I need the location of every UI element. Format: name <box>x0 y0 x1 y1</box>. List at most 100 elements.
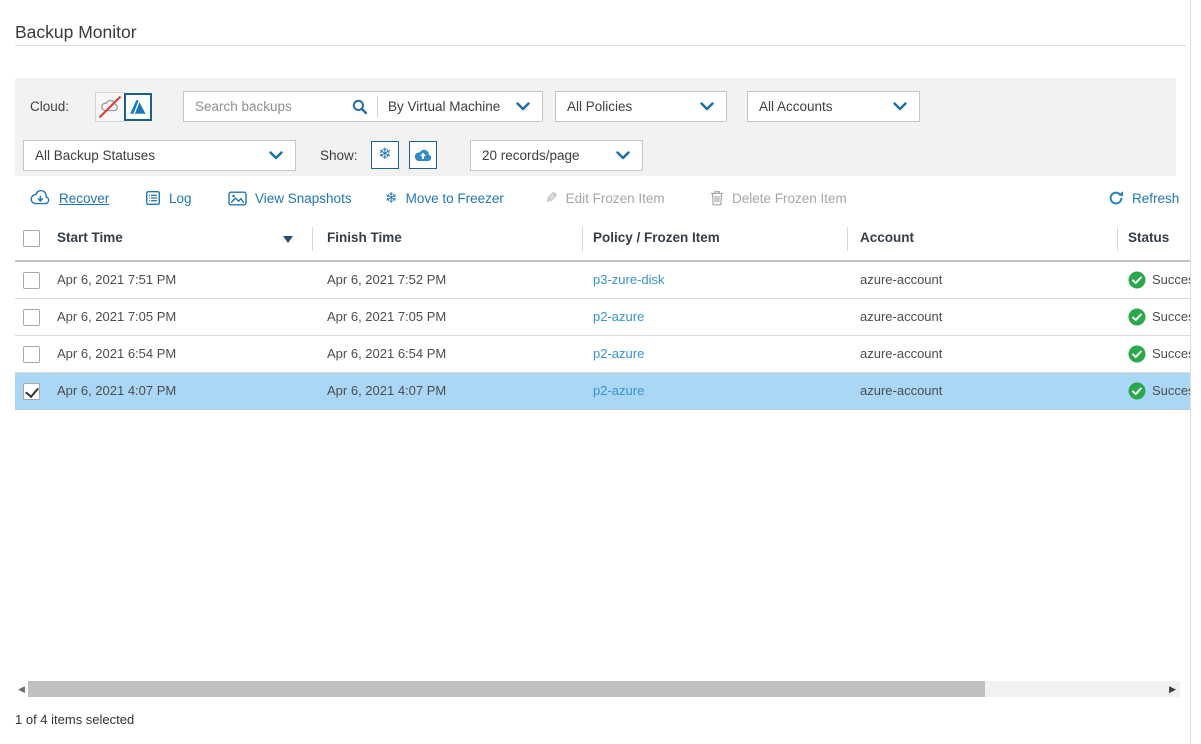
row-checkbox[interactable] <box>23 383 40 400</box>
row-checkbox[interactable] <box>23 309 40 326</box>
column-header-finish-time[interactable]: Finish Time <box>327 230 402 245</box>
view-snapshots-label: View Snapshots <box>255 191 352 206</box>
account-cell: azure-account <box>860 262 942 298</box>
page-title: Backup Monitor <box>15 22 137 43</box>
column-divider <box>582 227 583 251</box>
column-divider <box>1117 227 1118 251</box>
title-divider <box>15 45 1186 46</box>
search-icon[interactable] <box>343 99 377 115</box>
column-header-status[interactable]: Status <box>1128 230 1169 245</box>
success-icon <box>1128 345 1146 363</box>
horizontal-scrollbar: ◀ ▶ <box>15 681 1180 697</box>
accounts-value: All Accounts <box>759 99 833 114</box>
policies-dropdown[interactable]: All Policies <box>555 91 727 122</box>
selection-summary: 1 of 4 items selected <box>15 712 134 727</box>
status-cell: Success <box>1152 299 1190 335</box>
chevron-down-icon <box>893 102 907 111</box>
policy-link[interactable]: p2-azure <box>593 336 644 372</box>
move-to-freezer-label: Move to Freezer <box>406 191 504 206</box>
status-cell: Success <box>1152 262 1190 298</box>
action-toolbar: Recover Log <box>0 183 1201 213</box>
cloud-upload-icon <box>414 148 432 162</box>
column-header-account[interactable]: Account <box>860 230 914 245</box>
column-header-policy[interactable]: Policy / Frozen Item <box>593 230 720 245</box>
search-by-dropdown[interactable]: By Virtual Machine <box>378 99 542 114</box>
refresh-icon <box>1108 190 1124 206</box>
start-time-cell: Apr 6, 2021 7:51 PM <box>57 262 176 298</box>
log-list-icon <box>145 190 161 206</box>
backups-table: Start Time Finish Time Policy / Frozen I… <box>15 216 1190 410</box>
row-checkbox[interactable] <box>23 346 40 363</box>
table-header-row: Start Time Finish Time Policy / Frozen I… <box>15 216 1190 262</box>
chevron-down-icon <box>269 151 283 160</box>
cloud-download-icon <box>30 190 51 206</box>
finish-time-cell: Apr 6, 2021 7:52 PM <box>327 262 446 298</box>
start-time-cell: Apr 6, 2021 6:54 PM <box>57 336 176 372</box>
status-cell: Success <box>1152 336 1190 372</box>
status-cell: Success <box>1152 373 1190 409</box>
row-checkbox[interactable] <box>23 272 40 289</box>
backup-statuses-value: All Backup Statuses <box>35 148 155 163</box>
search-input[interactable] <box>195 99 343 114</box>
azure-logo-icon <box>129 99 147 115</box>
chevron-down-icon <box>616 151 630 160</box>
view-snapshots-button[interactable]: View Snapshots <box>228 183 352 213</box>
accounts-dropdown[interactable]: All Accounts <box>747 91 920 122</box>
scroll-left-arrow[interactable]: ◀ <box>15 681 28 697</box>
account-cell: azure-account <box>860 336 942 372</box>
recover-button[interactable]: Recover <box>30 183 109 213</box>
records-per-page-dropdown[interactable]: 20 records/page <box>470 140 643 171</box>
select-all-checkbox[interactable] <box>23 230 40 247</box>
start-time-cell: Apr 6, 2021 4:07 PM <box>57 373 176 409</box>
backup-monitor-page: Backup Monitor Cloud: <box>0 0 1201 744</box>
cloud-filter-label: Cloud: <box>30 91 69 122</box>
table-row[interactable]: Apr 6, 2021 7:51 PM Apr 6, 2021 7:52 PM … <box>15 262 1190 299</box>
azure-cloud-toggle[interactable] <box>124 93 152 121</box>
edit-frozen-item-label: Edit Frozen Item <box>566 191 665 206</box>
scroll-right-arrow[interactable]: ▶ <box>1169 681 1176 697</box>
policy-link[interactable]: p2-azure <box>593 299 644 335</box>
refresh-button[interactable]: Refresh <box>1108 183 1179 213</box>
chevron-down-icon <box>700 102 714 111</box>
show-filter-label: Show: <box>320 140 358 171</box>
search-by-value: By Virtual Machine <box>388 99 500 114</box>
pencil-icon: ✎ <box>545 191 558 206</box>
policy-link[interactable]: p2-azure <box>593 373 644 409</box>
policy-link[interactable]: p3-zure-disk <box>593 262 665 298</box>
success-icon <box>1128 271 1146 289</box>
refresh-label: Refresh <box>1132 191 1179 206</box>
log-button[interactable]: Log <box>145 183 192 213</box>
finish-time-cell: Apr 6, 2021 7:05 PM <box>327 299 446 335</box>
sort-desc-icon[interactable] <box>283 236 293 243</box>
account-cell: azure-account <box>860 299 942 335</box>
account-cell: azure-account <box>860 373 942 409</box>
filter-panel: Cloud: <box>15 78 1176 176</box>
edit-frozen-item-button[interactable]: ✎ Edit Frozen Item <box>545 183 665 213</box>
scrollbar-thumb[interactable] <box>28 681 985 697</box>
move-to-freezer-button[interactable]: ❄ Move to Freezer <box>385 183 504 213</box>
success-icon <box>1128 382 1146 400</box>
column-divider <box>312 227 313 251</box>
aws-cloud-icon-disabled <box>97 94 123 120</box>
show-cloud-backups-toggle[interactable] <box>409 141 437 169</box>
column-header-start-time[interactable]: Start Time <box>57 230 123 245</box>
start-time-cell: Apr 6, 2021 7:05 PM <box>57 299 176 335</box>
snowflake-icon: ❄ <box>385 191 398 206</box>
backup-statuses-dropdown[interactable]: All Backup Statuses <box>23 140 296 171</box>
column-divider <box>847 227 848 251</box>
table-row[interactable]: Apr 6, 2021 6:54 PM Apr 6, 2021 6:54 PM … <box>15 336 1190 373</box>
success-icon <box>1128 308 1146 326</box>
log-label: Log <box>169 191 192 206</box>
trash-icon <box>710 190 724 206</box>
snowflake-icon: ❄ <box>378 147 391 163</box>
show-frozen-toggle[interactable]: ❄ <box>371 141 399 169</box>
delete-frozen-item-button[interactable]: Delete Frozen Item <box>710 183 847 213</box>
delete-frozen-item-label: Delete Frozen Item <box>732 191 847 206</box>
snapshot-image-icon <box>228 191 247 206</box>
records-per-page-value: 20 records/page <box>482 148 580 163</box>
table-row[interactable]: Apr 6, 2021 7:05 PM Apr 6, 2021 7:05 PM … <box>15 299 1190 336</box>
chevron-down-icon <box>516 102 530 111</box>
content-right-border <box>1190 0 1191 744</box>
table-row[interactable]: Apr 6, 2021 4:07 PM Apr 6, 2021 4:07 PM … <box>15 373 1190 410</box>
aws-cloud-toggle[interactable] <box>95 92 125 122</box>
